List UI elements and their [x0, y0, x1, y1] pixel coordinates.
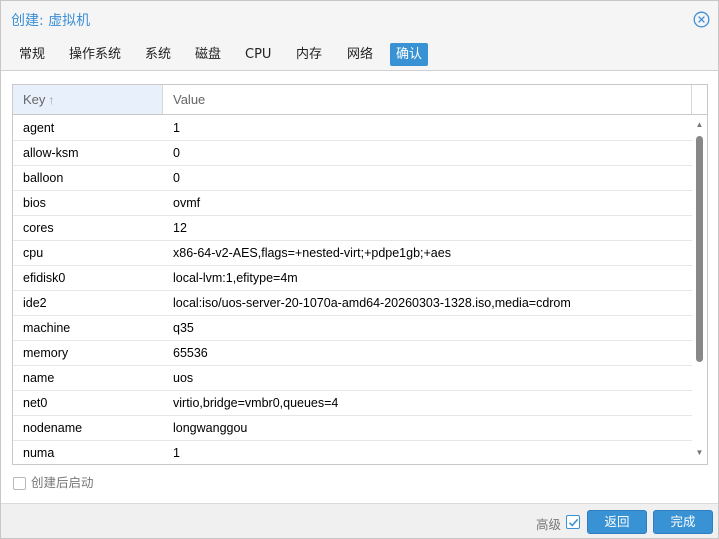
row-value: uos — [173, 371, 194, 385]
advanced-checkbox[interactable] — [566, 515, 580, 529]
grid-rows: agent 1 allow-ksm 0 balloon 0 bios ovmf cores 12 c… — [13, 116, 692, 464]
table-row[interactable]: allow-ksm 0 — [13, 141, 692, 166]
row-key: memory — [23, 346, 69, 360]
row-key: bios — [23, 196, 46, 210]
row-value: x86-64-v2-AES,flags=+nested-virt;+pdpe1g… — [173, 246, 451, 260]
row-value: 65536 — [173, 346, 208, 360]
row-value: q35 — [173, 321, 194, 335]
row-key: efidisk0 — [23, 271, 66, 285]
row-key: ide2 — [23, 296, 47, 310]
dialog-title: 创建: 虚拟机 — [11, 13, 91, 29]
row-value: longwanggou — [173, 421, 248, 435]
tab-system[interactable]: 系统 — [139, 43, 177, 66]
row-value: virtio,bridge=vmbr0,queues=4 — [173, 396, 339, 410]
header-spacer — [692, 85, 707, 114]
table-row[interactable]: memory 65536 — [13, 341, 692, 366]
checkmark-icon — [568, 518, 579, 527]
table-row[interactable]: nodename longwanggou — [13, 416, 692, 441]
tab-cpu[interactable]: CPU — [239, 43, 277, 66]
row-key: cpu — [23, 246, 44, 260]
row-key: machine — [23, 321, 71, 335]
row-key: agent — [23, 121, 55, 135]
table-row[interactable]: cores 12 — [13, 216, 692, 241]
row-key: nodename — [23, 421, 83, 435]
row-key: cores — [23, 221, 54, 235]
row-value: 1 — [173, 446, 180, 460]
row-key: allow-ksm — [23, 146, 79, 160]
tab-disks[interactable]: 磁盘 — [189, 43, 227, 66]
table-row[interactable]: cpu x86-64-v2-AES,flags=+nested-virt;+pdp… — [13, 241, 692, 266]
row-key: balloon — [23, 171, 64, 185]
dialog-footer: 高级 返回 完成 — [1, 503, 718, 538]
row-value: 0 — [173, 146, 180, 160]
confirm-panel: Key ↑ Value agent 1 allow-ksm 0 balloon 0 bios o… — [1, 70, 718, 503]
finish-button[interactable]: 完成 — [653, 510, 713, 534]
table-row[interactable]: machine q35 — [13, 316, 692, 341]
row-value: 0 — [173, 171, 180, 185]
scroll-thumb[interactable] — [696, 136, 703, 362]
tab-network[interactable]: 网络 — [341, 43, 379, 66]
row-key: numa — [23, 446, 55, 460]
table-row[interactable]: balloon 0 — [13, 166, 692, 191]
table-row[interactable]: numa 1 — [13, 441, 692, 464]
create-vm-dialog: 创建: 虚拟机 常规 操作系统 系统 磁盘 CPU 内存 网络 确认 Key ↑ … — [0, 0, 719, 539]
table-row[interactable]: efidisk0 local-lvm:1,efitype=4m — [13, 266, 692, 291]
key-header-label: Key — [23, 92, 46, 107]
value-column-header[interactable]: Value — [163, 85, 692, 114]
summary-grid: Key ↑ Value agent 1 allow-ksm 0 balloon 0 bios o… — [12, 84, 708, 465]
sort-ascending-icon: ↑ — [48, 93, 55, 107]
scroll-up-icon[interactable]: ▲ — [695, 120, 704, 130]
advanced-label: 高级 — [536, 517, 562, 532]
wizard-tabs: 常规 操作系统 系统 磁盘 CPU 内存 网络 确认 — [1, 39, 718, 69]
row-value: local:iso/uos-server-20-1070a-amd64-2026… — [173, 296, 571, 310]
value-header-label: Value — [173, 92, 206, 107]
table-row[interactable]: bios ovmf — [13, 191, 692, 216]
tab-memory[interactable]: 内存 — [290, 43, 328, 66]
vertical-scrollbar[interactable]: ▲ ▼ — [692, 116, 707, 464]
start-after-created-label: 创建后启动 — [31, 475, 94, 490]
scroll-down-icon[interactable]: ▼ — [695, 448, 704, 458]
grid-header: Key ↑ Value — [13, 85, 707, 115]
row-value: local-lvm:1,efitype=4m — [173, 271, 298, 285]
checkbox-unchecked-icon[interactable] — [13, 477, 26, 490]
table-row[interactable]: net0 virtio,bridge=vmbr0,queues=4 — [13, 391, 692, 416]
table-row[interactable]: name uos — [13, 366, 692, 391]
back-button[interactable]: 返回 — [587, 510, 647, 534]
table-row[interactable]: ide2 local:iso/uos-server-20-1070a-amd64-… — [13, 291, 692, 316]
close-icon[interactable] — [693, 11, 710, 28]
tab-general[interactable]: 常规 — [13, 43, 51, 66]
table-row[interactable]: agent 1 — [13, 116, 692, 141]
row-key: name — [23, 371, 55, 385]
row-value: 1 — [173, 121, 180, 135]
tab-os[interactable]: 操作系统 — [63, 43, 127, 66]
row-value: 12 — [173, 221, 187, 235]
row-value: ovmf — [173, 196, 201, 210]
key-column-header[interactable]: Key ↑ — [13, 85, 163, 114]
title-bar: 创建: 虚拟机 — [1, 1, 718, 37]
tab-confirm[interactable]: 确认 — [390, 43, 429, 66]
row-key: net0 — [23, 396, 48, 410]
